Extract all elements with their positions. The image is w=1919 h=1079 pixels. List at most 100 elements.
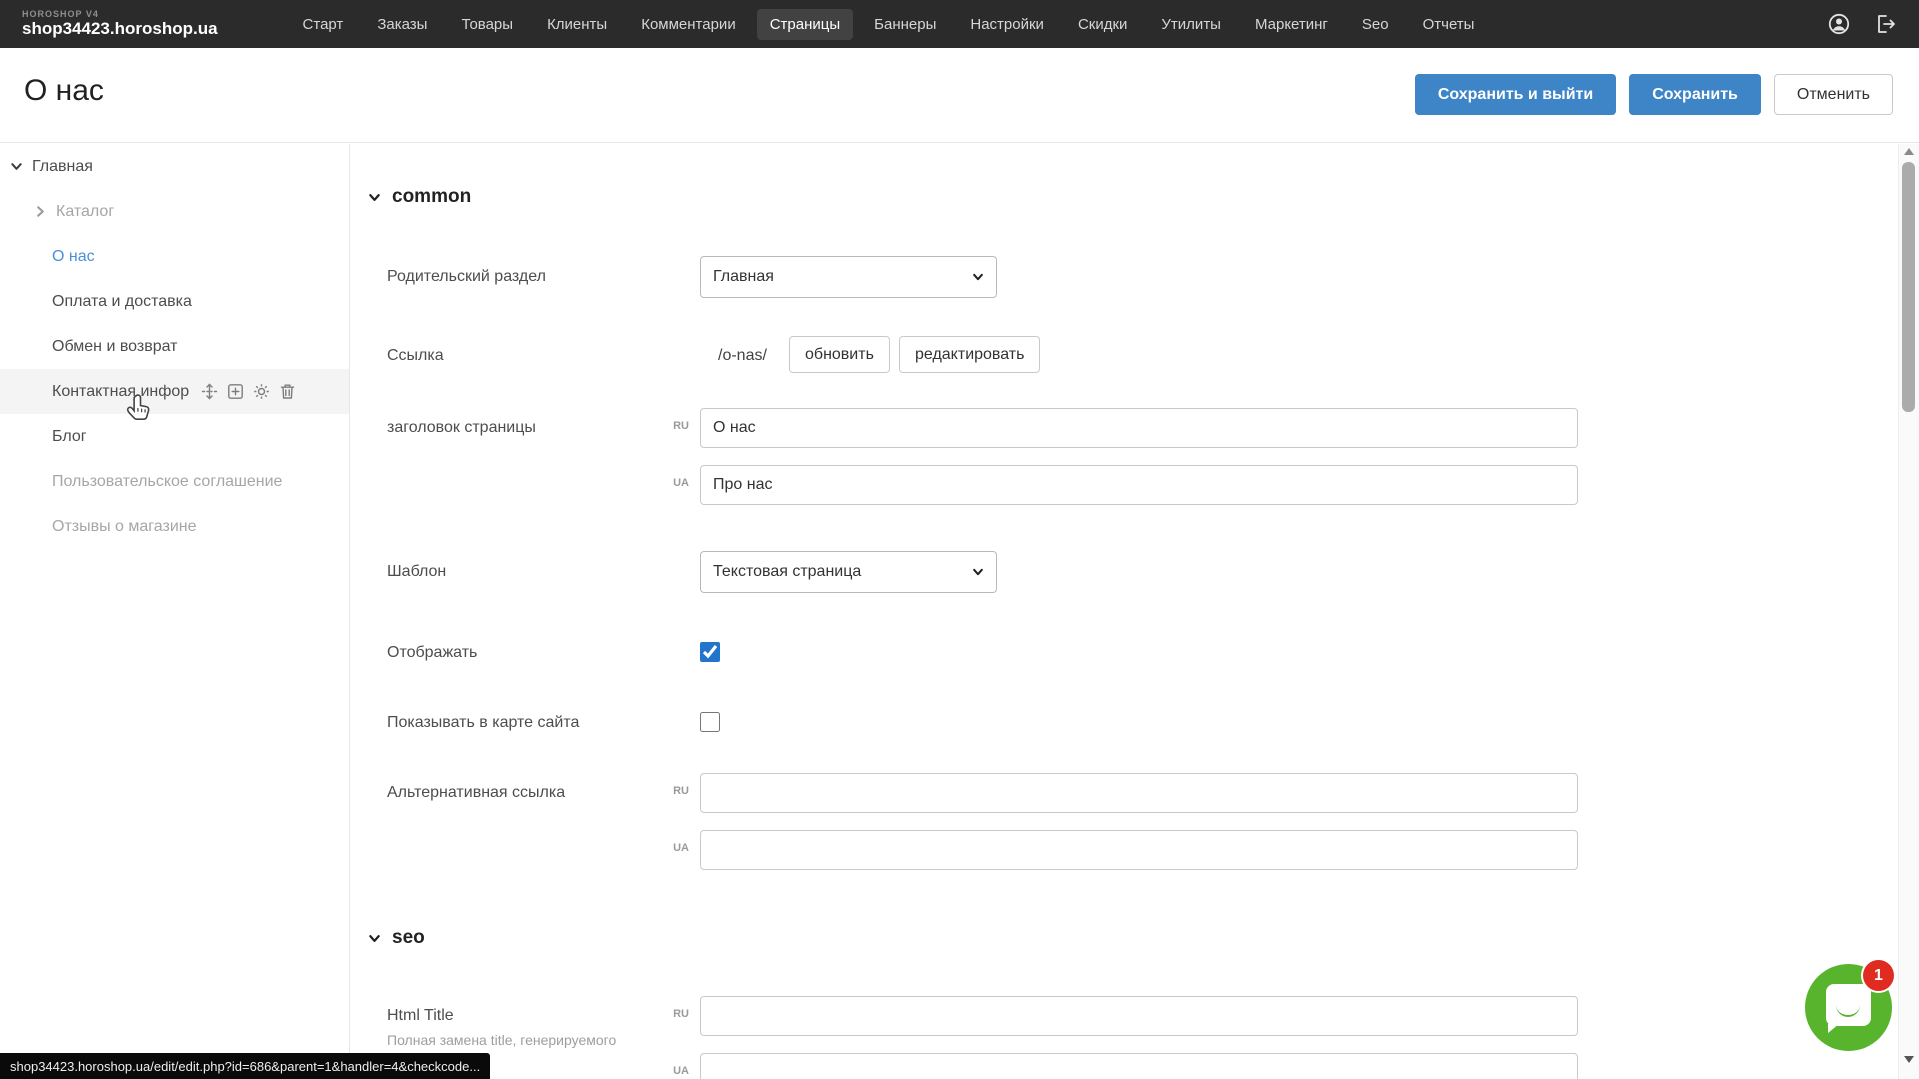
nav-item-settings[interactable]: Настройки [957, 9, 1057, 40]
brand-domain: shop34423.horoshop.ua [22, 20, 218, 38]
tree-item-exchange-return[interactable]: Обмен и возврат [0, 324, 349, 369]
tree-item-home[interactable]: Главная [0, 144, 349, 189]
html-title-hint: Полная замена title, генерируемого [387, 1032, 616, 1048]
chat-unread-badge: 1 [1863, 960, 1894, 991]
scrollbar-thumb[interactable] [1902, 162, 1915, 412]
save-button[interactable]: Сохранить [1629, 74, 1761, 115]
nav-item-orders[interactable]: Заказы [364, 9, 440, 40]
header-buttons: Сохранить и выйти Сохранить Отменить [1415, 74, 1893, 115]
tree-item-blog[interactable]: Блог [0, 414, 349, 459]
tree-item-label: Отзывы о магазине [52, 518, 197, 536]
tree-item-catalog[interactable]: Каталог [0, 189, 349, 234]
chevron-down-icon [368, 932, 381, 945]
section-seo[interactable]: seo [368, 927, 425, 949]
user-account-icon[interactable] [1827, 12, 1851, 36]
section-title: seo [392, 927, 425, 949]
tree-item-label: Каталог [56, 203, 114, 221]
template-select[interactable]: Текстовая страница [700, 551, 997, 593]
lang-ua-tag: UA [663, 842, 689, 854]
lang-ru-tag: RU [663, 420, 689, 432]
link-refresh-button[interactable]: обновить [789, 336, 890, 373]
lang-ua-tag: UA [663, 477, 689, 489]
chevron-down-icon [10, 160, 23, 173]
nav-item-products[interactable]: Товары [448, 9, 526, 40]
nav-item-banners[interactable]: Баннеры [861, 9, 949, 40]
nav-item-pages[interactable]: Страницы [757, 9, 853, 40]
save-and-exit-button[interactable]: Сохранить и выйти [1415, 74, 1616, 115]
nav-item-discounts[interactable]: Скидки [1065, 9, 1140, 40]
page-heading-label: заголовок страницы [387, 419, 536, 437]
parent-section-label: Родительский раздел [387, 268, 546, 286]
chevron-down-icon [972, 566, 984, 578]
link-preview-statusbar: shop34423.horoshop.ua/edit/edit.php?id=6… [0, 1053, 490, 1079]
parent-section-select[interactable]: Главная [700, 256, 997, 298]
logout-icon[interactable] [1873, 12, 1897, 36]
page-edit-form: common Родительский раздел Главная Ссылк… [351, 144, 1894, 1079]
page-heading-input-ua[interactable] [700, 465, 1578, 505]
lang-ru-tag: RU [663, 785, 689, 797]
nav-item-seo[interactable]: Seo [1349, 9, 1402, 40]
nav-item-comments[interactable]: Комментарии [628, 9, 748, 40]
tree-item-label: Пользовательское соглашение [52, 473, 282, 491]
nav-item-marketing[interactable]: Маркетинг [1242, 9, 1341, 40]
nav-right [1827, 12, 1897, 36]
tree-item-label: Оплата и доставка [52, 293, 192, 311]
page-heading-input-ru[interactable] [700, 408, 1578, 448]
drag-move-icon[interactable] [201, 383, 218, 400]
scroll-up-arrow-icon[interactable] [1904, 148, 1914, 155]
tree-item-payment-delivery[interactable]: Оплата и доставка [0, 279, 349, 324]
nav-item-clients[interactable]: Клиенты [534, 9, 620, 40]
page-title: О нас [24, 74, 104, 108]
tree-item-label: Обмен и возврат [52, 338, 177, 356]
html-title-input-ru[interactable] [700, 996, 1578, 1036]
cancel-button[interactable]: Отменить [1774, 74, 1893, 115]
link-edit-button[interactable]: редактировать [899, 336, 1040, 373]
vertical-scrollbar[interactable] [1898, 144, 1919, 1079]
top-navbar: HOROSHOP V4 shop34423.horoshop.ua Старт … [0, 0, 1919, 48]
scroll-down-arrow-icon[interactable] [1904, 1056, 1914, 1063]
display-label: Отображать [387, 644, 477, 662]
chevron-down-icon [972, 271, 984, 283]
html-title-input-ua[interactable] [700, 1053, 1578, 1079]
parent-section-value: Главная [713, 268, 774, 286]
nav-menu: Старт Заказы Товары Клиенты Комментарии … [290, 9, 1488, 40]
brand[interactable]: HOROSHOP V4 shop34423.horoshop.ua [22, 10, 218, 37]
chevron-down-icon [368, 191, 381, 204]
tree-item-label: О нас [52, 248, 95, 266]
page-header: О нас Сохранить и выйти Сохранить Отмени… [0, 48, 1919, 143]
statusbar-url: shop34423.horoshop.ua/edit/edit.php?id=6… [10, 1059, 480, 1074]
pages-tree-sidebar: Главная Каталог О нас Оплата и доставка … [0, 144, 350, 1079]
page: HOROSHOP V4 shop34423.horoshop.ua Старт … [0, 0, 1919, 1079]
tree-item-label: Блог [52, 428, 87, 446]
nav-item-reports[interactable]: Отчеты [1410, 9, 1488, 40]
display-checkbox[interactable] [700, 642, 720, 662]
html-title-label: Html Title [387, 1007, 454, 1025]
tree-item-actions [201, 383, 296, 400]
delete-trash-icon[interactable] [279, 383, 296, 400]
template-value: Текстовая страница [713, 563, 861, 581]
settings-gear-icon[interactable] [253, 383, 270, 400]
link-path: /o-nas/ [718, 347, 767, 365]
tree-item-about-us[interactable]: О нас [0, 234, 349, 279]
alt-link-input-ru[interactable] [700, 773, 1578, 813]
tree-item-label: Контактная инфор [52, 383, 189, 401]
lang-ua-tag: UA [663, 1065, 689, 1077]
lang-ru-tag: RU [663, 1008, 689, 1020]
tree-item-store-reviews[interactable]: Отзывы о магазине [0, 504, 349, 549]
chat-bubble-icon [1826, 984, 1871, 1026]
link-label: Ссылка [387, 347, 444, 365]
nav-item-start[interactable]: Старт [290, 9, 357, 40]
tree-item-contact-info[interactable]: Контактная инфор [0, 369, 349, 414]
sitemap-checkbox[interactable] [700, 712, 720, 732]
template-label: Шаблон [387, 563, 446, 581]
alt-link-label: Альтернативная ссылка [387, 784, 565, 802]
section-common[interactable]: common [368, 186, 471, 208]
tree-item-user-agreement[interactable]: Пользовательское соглашение [0, 459, 349, 504]
nav-item-utilities[interactable]: Утилиты [1148, 9, 1234, 40]
tree-item-label: Главная [32, 158, 93, 176]
alt-link-input-ua[interactable] [700, 830, 1578, 870]
add-page-icon[interactable] [227, 383, 244, 400]
sitemap-label: Показывать в карте сайта [387, 714, 579, 732]
chevron-right-icon [34, 205, 47, 218]
section-title: common [392, 186, 471, 208]
